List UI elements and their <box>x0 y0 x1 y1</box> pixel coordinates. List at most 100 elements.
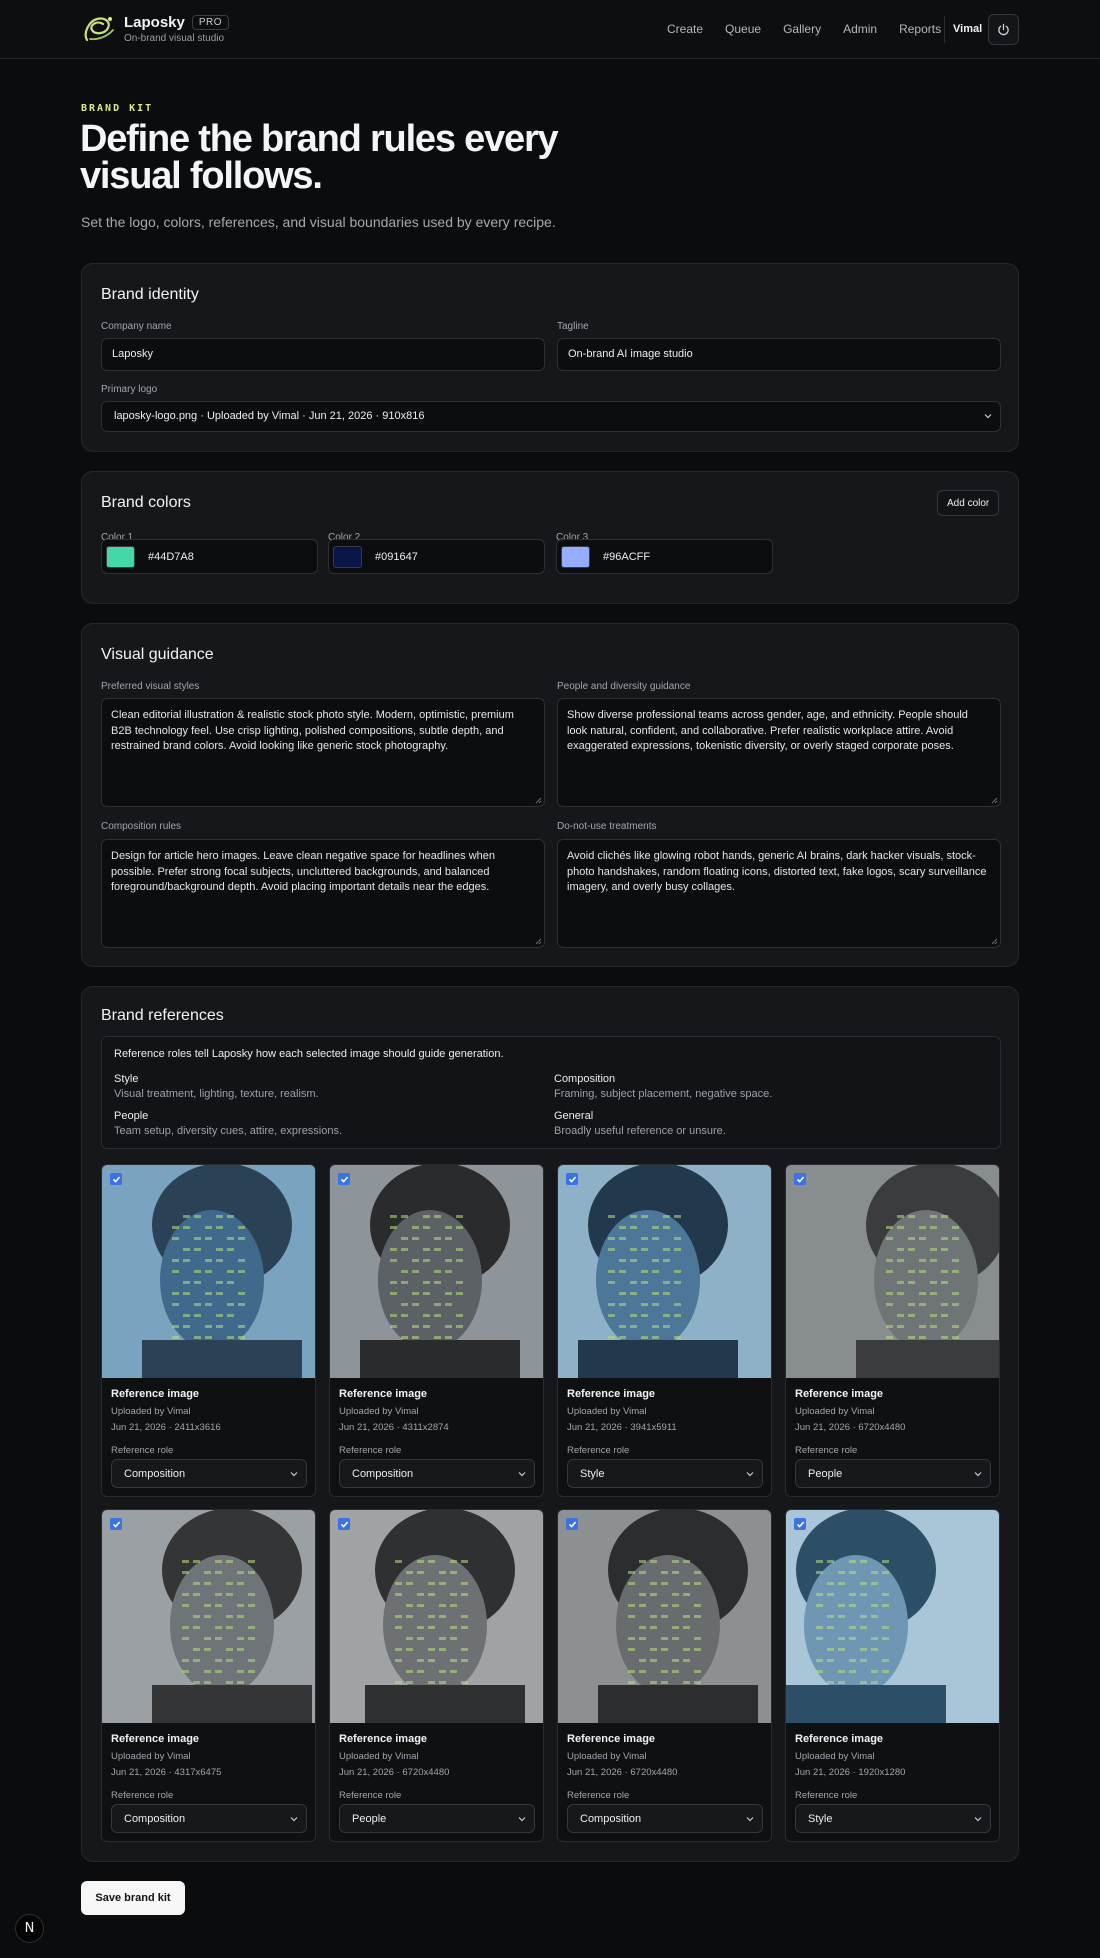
chevron-down-icon <box>746 1472 754 1477</box>
color-2-swatch[interactable] <box>333 546 362 568</box>
reference-role-value: Style <box>580 1468 605 1480</box>
reference-image[interactable] <box>558 1510 771 1723</box>
color-3-field[interactable]: #96ACFF <box>556 539 773 574</box>
nav-gallery[interactable]: Gallery <box>783 22 821 36</box>
reference-image[interactable] <box>786 1510 999 1723</box>
color-1-field[interactable]: #44D7A8 <box>101 539 318 574</box>
select-checkbox[interactable] <box>566 1173 578 1185</box>
reference-role-select[interactable]: Composition <box>339 1459 535 1488</box>
reference-image[interactable] <box>558 1165 771 1378</box>
reference-title: Reference image <box>567 1733 656 1745</box>
reference-role-select[interactable]: People <box>339 1804 535 1833</box>
styles-label: Preferred visual styles <box>101 681 200 692</box>
nav-reports[interactable]: Reports <box>899 22 941 36</box>
visual-guidance-card: Visual guidance Preferred visual styles … <box>81 623 1019 967</box>
resize-grip-icon[interactable] <box>991 938 998 945</box>
reference-role-select[interactable]: Composition <box>111 1459 307 1488</box>
page-subtitle: Set the logo, colors, references, and vi… <box>81 214 556 230</box>
select-checkbox[interactable] <box>110 1173 122 1185</box>
primary-logo-label: Primary logo <box>101 384 158 395</box>
brand-references-card: Brand references Reference roles tell La… <box>81 986 1019 1862</box>
chevron-down-icon <box>290 1472 298 1477</box>
select-checkbox[interactable] <box>794 1518 806 1530</box>
select-checkbox[interactable] <box>110 1518 122 1530</box>
brand-name: Laposky <box>124 14 185 31</box>
reference-card[interactable]: Reference image Uploaded by Vimal Jun 21… <box>101 1509 316 1842</box>
reference-roles-info: Reference roles tell Laposky how each se… <box>101 1036 1001 1149</box>
reference-card[interactable]: Reference image Uploaded by Vimal Jun 21… <box>329 1164 544 1497</box>
reference-role-select[interactable]: Style <box>795 1804 991 1833</box>
reference-role-select[interactable]: Composition <box>111 1804 307 1833</box>
composition-textarea[interactable]: Design for article hero images. Leave cl… <box>101 839 545 948</box>
reference-image[interactable] <box>102 1510 315 1723</box>
company-name-field[interactable]: Laposky <box>101 338 545 371</box>
reference-role-label: Reference role <box>567 1790 630 1801</box>
composition-text: Design for article hero images. Leave cl… <box>111 850 496 893</box>
reference-role-label: Reference role <box>111 1790 174 1801</box>
reference-role-select[interactable]: Composition <box>567 1804 763 1833</box>
chevron-down-icon <box>974 1817 982 1822</box>
reference-meta: Jun 21, 2026 · 1920x1280 <box>795 1767 906 1778</box>
reference-card[interactable]: Reference image Uploaded by Vimal Jun 21… <box>101 1164 316 1497</box>
reference-title: Reference image <box>795 1733 884 1745</box>
nav-queue[interactable]: Queue <box>725 22 761 36</box>
reference-meta: Jun 21, 2026 · 6720x4480 <box>795 1422 906 1433</box>
sign-out-button[interactable] <box>988 14 1019 45</box>
reference-uploader: Uploaded by Vimal <box>111 1406 191 1417</box>
color-1-swatch[interactable] <box>106 546 135 568</box>
reference-uploader: Uploaded by Vimal <box>795 1406 875 1417</box>
page-eyebrow: BRAND KIT <box>81 103 154 114</box>
reference-uploader: Uploaded by Vimal <box>567 1406 647 1417</box>
role-general-desc: Broadly useful reference or unsure. <box>554 1125 726 1137</box>
reference-image[interactable] <box>330 1510 543 1723</box>
color-3-swatch[interactable] <box>561 546 590 568</box>
reference-uploader: Uploaded by Vimal <box>567 1751 647 1762</box>
reference-role-value: Composition <box>124 1813 186 1825</box>
reference-role-select[interactable]: People <box>795 1459 991 1488</box>
reference-image[interactable] <box>102 1165 315 1378</box>
styles-textarea[interactable]: Clean editorial illustration & realistic… <box>101 698 545 807</box>
select-checkbox[interactable] <box>338 1518 350 1530</box>
resize-grip-icon[interactable] <box>535 797 542 804</box>
check-icon <box>340 1520 348 1528</box>
brand[interactable]: Laposky PRO On-brand visual studio <box>81 13 230 45</box>
reference-image[interactable] <box>330 1165 543 1378</box>
nav-admin[interactable]: Admin <box>843 22 877 36</box>
color-1-hex: #44D7A8 <box>148 551 194 563</box>
color-2-hex: #091647 <box>375 551 418 563</box>
reference-card[interactable]: Reference image Uploaded by Vimal Jun 21… <box>785 1164 1000 1497</box>
reference-role-label: Reference role <box>795 1790 858 1801</box>
brand-subtitle: On-brand visual studio <box>124 33 225 44</box>
color-2-field[interactable]: #091647 <box>328 539 545 574</box>
reference-title: Reference image <box>795 1388 884 1400</box>
reference-card[interactable]: Reference image Uploaded by Vimal Jun 21… <box>557 1509 772 1842</box>
select-checkbox[interactable] <box>566 1518 578 1530</box>
main-nav: Create Queue Gallery Admin Reports <box>667 22 963 36</box>
do-not-use-text: Avoid clichés like glowing robot hands, … <box>567 850 987 893</box>
do-not-use-textarea[interactable]: Avoid clichés like glowing robot hands, … <box>557 839 1001 948</box>
reference-card[interactable]: Reference image Uploaded by Vimal Jun 21… <box>329 1509 544 1842</box>
people-textarea[interactable]: Show diverse professional teams across g… <box>557 698 1001 807</box>
primary-logo-select[interactable]: laposky-logo.png · Uploaded by Vimal · J… <box>101 401 1001 432</box>
tagline-field[interactable]: On-brand AI image studio <box>557 338 1001 371</box>
reference-card[interactable]: Reference image Uploaded by Vimal Jun 21… <box>557 1164 772 1497</box>
reference-title: Reference image <box>111 1733 200 1745</box>
role-general-name: General <box>554 1110 594 1122</box>
reference-image[interactable] <box>786 1165 999 1378</box>
select-checkbox[interactable] <box>338 1173 350 1185</box>
select-checkbox[interactable] <box>794 1173 806 1185</box>
reference-uploader: Uploaded by Vimal <box>795 1751 875 1762</box>
reference-card[interactable]: Reference image Uploaded by Vimal Jun 21… <box>785 1509 1000 1842</box>
save-brand-kit-button[interactable]: Save brand kit <box>81 1881 185 1915</box>
reference-photo <box>558 1165 771 1378</box>
people-label: People and diversity guidance <box>557 681 691 692</box>
user-name[interactable]: Vimal <box>953 23 982 35</box>
add-color-button[interactable]: Add color <box>937 490 1000 516</box>
dev-indicator-badge[interactable]: N <box>15 1914 44 1943</box>
nav-create[interactable]: Create <box>667 22 703 36</box>
reference-role-select[interactable]: Style <box>567 1459 763 1488</box>
resize-grip-icon[interactable] <box>535 938 542 945</box>
check-icon <box>796 1520 804 1528</box>
check-icon <box>568 1520 576 1528</box>
resize-grip-icon[interactable] <box>991 797 998 804</box>
